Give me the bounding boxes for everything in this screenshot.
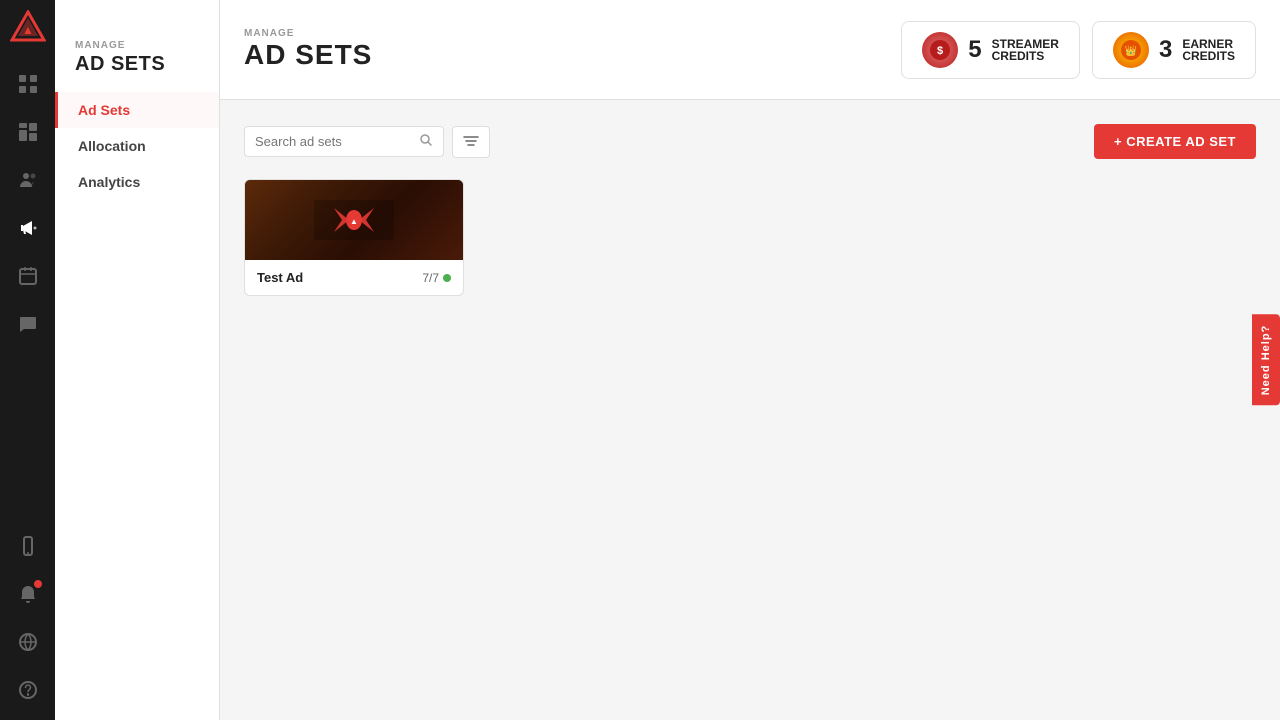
earner-credits-icon: 👑 [1113, 32, 1149, 68]
megaphone-icon[interactable] [8, 208, 48, 248]
ad-set-status: 7/7 [422, 271, 451, 285]
svg-text:$: $ [937, 45, 943, 57]
grid-icon[interactable] [8, 64, 48, 104]
earner-credits-card: 👑 3 EARNER CREDITS [1092, 21, 1256, 79]
streamer-credits-label: STREAMER CREDITS [992, 38, 1059, 62]
ad-card[interactable]: ▲ Test Ad 7/7 [244, 179, 464, 296]
sidebar-item-ad-sets[interactable]: Ad Sets [55, 92, 219, 128]
filter-button[interactable] [452, 126, 490, 158]
calendar-icon[interactable] [8, 256, 48, 296]
dashboard-icon[interactable] [8, 112, 48, 152]
globe-icon[interactable] [8, 622, 48, 662]
search-input[interactable] [255, 134, 415, 149]
sidebar-item-allocation[interactable]: Allocation [55, 128, 219, 164]
svg-text:👑: 👑 [1125, 45, 1137, 57]
ad-set-name: Test Ad [257, 270, 303, 285]
ad-card-image: ▲ [245, 180, 463, 260]
search-group [244, 126, 490, 158]
header-title-area: MANAGE AD SETS [244, 28, 372, 71]
header-manage-label: MANAGE [244, 28, 372, 39]
streamer-credits-count: 5 [968, 36, 981, 64]
status-active-dot [443, 274, 451, 282]
sidebar-wide: MANAGE AD SETS Ad Sets Allocation Analyt… [55, 0, 220, 720]
sidebar-narrow: ▲ [0, 0, 55, 720]
content-area: + CREATE AD SET ▲ T [220, 100, 1280, 720]
earner-credits-count: 3 [1159, 36, 1172, 64]
earner-credits-label: EARNER CREDITS [1182, 38, 1235, 62]
ad-card-footer: Test Ad 7/7 [245, 260, 463, 295]
streamer-credits-card: $ 5 STREAMER CREDITS [901, 21, 1080, 79]
users-icon[interactable] [8, 160, 48, 200]
toolbar-row: + CREATE AD SET [244, 124, 1256, 159]
notification-icon[interactable] [8, 574, 48, 614]
help-icon[interactable] [8, 670, 48, 710]
top-header: MANAGE AD SETS $ 5 STREAMER CREDITS [220, 0, 1280, 100]
main-content: MANAGE AD SETS $ 5 STREAMER CREDITS [220, 0, 1280, 720]
header-section-title: AD SETS [244, 39, 372, 71]
search-box [244, 126, 444, 157]
sidebar-manage-label: MANAGE [55, 20, 219, 53]
create-ad-set-button[interactable]: + CREATE AD SET [1094, 124, 1256, 159]
phone-icon[interactable] [8, 526, 48, 566]
app-logo: ▲ [10, 10, 46, 46]
svg-text:▲: ▲ [22, 23, 34, 37]
search-icon [419, 133, 433, 150]
chat-icon[interactable] [8, 304, 48, 344]
credits-area: $ 5 STREAMER CREDITS 👑 3 [901, 21, 1256, 79]
ad-cards-grid: ▲ Test Ad 7/7 [244, 179, 1256, 296]
sidebar-item-analytics[interactable]: Analytics [55, 164, 219, 200]
sidebar-section-title: AD SETS [55, 53, 219, 92]
streamer-credits-icon: $ [922, 32, 958, 68]
need-help-tab[interactable]: Need Help? [1252, 315, 1280, 406]
svg-text:▲: ▲ [350, 217, 358, 226]
